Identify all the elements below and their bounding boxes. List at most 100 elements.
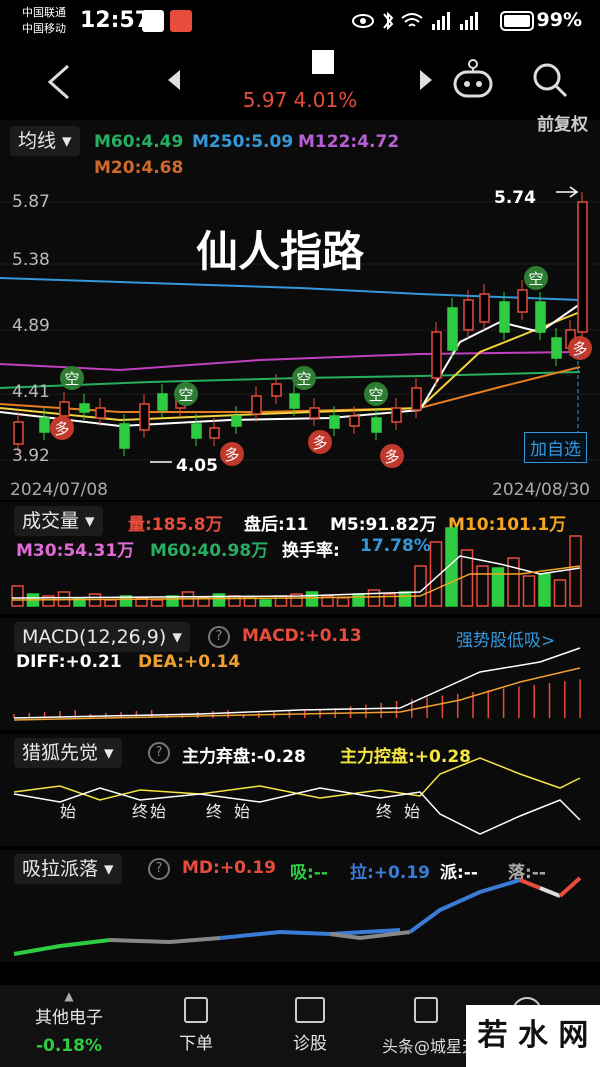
add-watchlist-button[interactable]: 加自选 [524, 432, 587, 463]
candle-body [139, 403, 150, 431]
volume-bar [398, 591, 412, 607]
candle-body [517, 289, 528, 313]
volume-bar [104, 599, 117, 607]
volume-bar [522, 575, 536, 607]
y-label-1: 5.87 [12, 192, 50, 212]
signal-kong-text: 空 [64, 370, 79, 388]
macd-chart [13, 647, 581, 721]
low-label: 4.05 [176, 456, 218, 476]
status-time: 12:57 [80, 8, 151, 33]
bottom-bar: ▲ 其他电子 -0.18% 下单 诊股 头条@城星天 若 水 网 [0, 985, 600, 1067]
signal-kong-text: 空 [296, 370, 311, 388]
next-stock-icon[interactable] [418, 68, 434, 92]
macd-dea-line [13, 667, 581, 721]
candle-body [289, 393, 300, 409]
nav-bar: 5.97 4.01% [0, 42, 600, 120]
order-icon [184, 997, 208, 1023]
xlp-line-segment [109, 936, 221, 945]
price-change: 5.97 4.01% [242, 88, 358, 112]
xlp-chart [13, 876, 582, 956]
adjust-mode[interactable]: 前复权 [537, 110, 588, 135]
candle-body [191, 423, 202, 439]
ma60-line [0, 371, 581, 389]
volume-bar [538, 573, 551, 607]
macd-diff-line [13, 647, 581, 719]
ma250-line [0, 277, 581, 301]
candle-body [447, 307, 458, 351]
sector-name: 其他电子 [35, 1008, 103, 1028]
candle-body [13, 421, 24, 445]
candle-body [59, 401, 70, 417]
hunter-chart [13, 757, 581, 835]
search-icon[interactable] [530, 60, 570, 100]
ma-header: 均线 ▾ 前复权 M60:4.49 M250:5.09 M122:4.72 M2… [0, 115, 600, 182]
y-label-3: 4.89 [12, 316, 50, 336]
y-label-4: 4.41 [12, 382, 50, 402]
diagnose-label: 诊股 [293, 1034, 327, 1054]
xlp-line-segment [408, 878, 521, 934]
candle-body [271, 383, 282, 397]
y-label-5: 3.92 [12, 446, 50, 466]
app-notification-icon [142, 10, 164, 32]
candle-body [39, 417, 50, 433]
ma-m122: M122:4.72 [298, 132, 400, 152]
candle-body [95, 407, 106, 419]
candle-body [479, 293, 490, 323]
volume-bar [259, 599, 272, 607]
macd-panel: MACD(12,26,9) ▾ ? MACD:+0.13 强势股低吸> DIFF… [0, 618, 600, 730]
candle-body [251, 395, 262, 415]
candle-body [463, 299, 474, 331]
candle-body [309, 407, 320, 419]
signal-duo-text: 多 [312, 434, 327, 452]
volume-bar [414, 565, 427, 607]
more-button[interactable] [396, 997, 456, 1029]
signal-kong-text: 空 [368, 386, 383, 404]
signal-kong-text: 空 [528, 270, 543, 288]
candle-body [157, 393, 168, 411]
hunter-mark-3: 始 [150, 802, 167, 821]
status-icons [352, 11, 478, 31]
candle-body [329, 415, 340, 429]
date-end: 2024/08/30 [492, 480, 590, 500]
chart-title: 仙人指路 [196, 227, 365, 276]
signal-duo-text: 多 [224, 446, 239, 464]
order-label: 下单 [179, 1034, 213, 1054]
candle-body [79, 403, 90, 413]
sector-info[interactable]: ▲ 其他电子 -0.18% [14, 989, 124, 1056]
signal-duo-text: 多 [54, 420, 69, 438]
site-logo: 若 水 网 [466, 1005, 600, 1067]
signal-duo-text: 多 [384, 448, 399, 466]
volume-bar [507, 557, 520, 607]
volume-bar [476, 565, 489, 607]
volume-bar [336, 597, 350, 607]
candle-body [535, 301, 546, 333]
chevron-up-icon: ▲ [64, 989, 74, 1003]
carrier-1: 中国联通 [22, 6, 66, 19]
volume-bar [228, 595, 241, 607]
candle-body [119, 423, 130, 449]
volume-bar [553, 579, 567, 607]
hunter-mark-4: 终 [206, 802, 223, 821]
minus-box-icon [414, 997, 438, 1023]
xlp-line-segment [13, 938, 111, 956]
volume-bar [569, 535, 582, 607]
volume-bar [150, 599, 164, 607]
xlp-line-segment [558, 876, 582, 898]
hunter-mark-1: 始 [60, 802, 77, 821]
ma-selector[interactable]: 均线 ▾ [10, 126, 80, 156]
kline-chart[interactable]: 空空空空空多多多多多 仙人指路 5.87 5.38 4.89 4.41 3.92… [0, 182, 600, 500]
order-button[interactable]: 下单 [166, 997, 226, 1054]
y-label-2: 5.38 [12, 250, 50, 270]
battery-icon [500, 11, 534, 31]
xlp-line-segment [539, 886, 561, 898]
hunter-abandon-line [13, 787, 581, 835]
ma30-line [0, 351, 581, 372]
robot-icon[interactable] [450, 58, 496, 100]
diagnose-button[interactable]: 诊股 [280, 997, 340, 1054]
xlp-line-segment [519, 878, 541, 890]
battery-level: 99% [536, 9, 582, 31]
candle-body [349, 415, 360, 427]
candle-body [209, 427, 220, 439]
volume-panel: 成交量 ▾ 量:185.8万 盘后:11 M5:91.82万 M10:101.1… [0, 502, 600, 614]
volume-bar [243, 597, 257, 607]
